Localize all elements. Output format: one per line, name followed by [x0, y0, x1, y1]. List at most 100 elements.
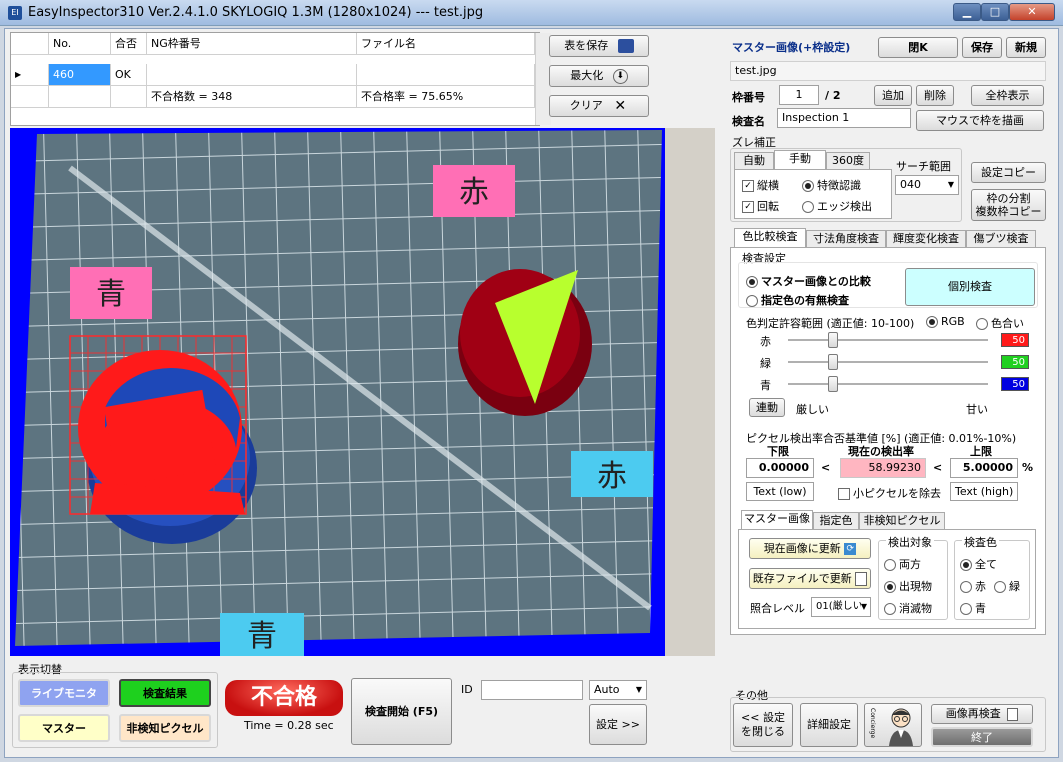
new-master-button[interactable]: 新規 [1006, 37, 1046, 58]
red-slider-thumb[interactable] [828, 332, 838, 348]
detection-target-title: 検出対象 [886, 534, 934, 550]
tab-360[interactable]: 360度 [826, 152, 870, 170]
table-cell-ng[interactable] [147, 64, 357, 86]
mode-select[interactable]: Auto ▼ [589, 680, 647, 700]
detail-settings-button[interactable]: 詳細設定 [800, 703, 858, 747]
master-compare-radio[interactable]: マスター画像との比較 [746, 273, 871, 289]
close-window-button[interactable]: ✕ [1009, 3, 1055, 21]
red-color-radio[interactable]: 赤 [960, 578, 986, 594]
all-colors-radio[interactable]: 全て [960, 556, 997, 572]
text-high-input[interactable]: Text (high) [950, 482, 1018, 501]
inspection-image-view[interactable]: 赤 青 赤 青 [10, 128, 715, 656]
match-level-value: 01(厳しい [816, 601, 863, 612]
settings-toggle-button[interactable]: 設定 >> [589, 704, 647, 745]
individual-inspection-button[interactable]: 個別検査 [905, 268, 1035, 306]
exit-button[interactable]: 終了 [931, 727, 1033, 747]
note-label: 赤 [597, 459, 627, 494]
live-monitor-button[interactable]: ライブモニタ [18, 679, 110, 707]
vertical-horizontal-checkbox[interactable]: ✓ 縦横 [742, 177, 779, 193]
chevron-down-icon: ▼ [860, 598, 867, 616]
table-cell-result[interactable]: OK [111, 64, 147, 86]
green-slider-thumb[interactable] [828, 354, 838, 370]
save-master-button[interactable]: 保存 [962, 37, 1002, 58]
table-cell-no[interactable]: 460 [49, 64, 111, 86]
blue-slider-thumb[interactable] [828, 376, 838, 392]
link-sliders-button[interactable]: 連動 [749, 398, 785, 417]
tab-master-image[interactable]: マスター画像 [741, 510, 813, 530]
start-inspection-button[interactable]: 検査開始 (F5) [351, 678, 452, 745]
lower-limit-input[interactable]: 0.00000 [746, 458, 814, 478]
remove-small-pixel-label: 小ピクセルを除去 [853, 487, 941, 500]
tab-auto[interactable]: 自動 [734, 152, 774, 170]
grid-header-no[interactable]: No. [49, 33, 111, 55]
id-input[interactable] [481, 680, 583, 700]
close-settings-button[interactable]: << 設定 を閉じる [733, 703, 793, 747]
minimize-button[interactable]: ▁ [953, 3, 981, 21]
rotation-checkbox[interactable]: ✓ 回転 [742, 198, 779, 214]
tab-manual[interactable]: 手動 [774, 150, 826, 170]
tab-brightness-inspection[interactable]: 輝度変化検査 [886, 230, 966, 248]
concierge-label: Concierge [869, 708, 876, 739]
mode-value: Auto [594, 683, 620, 696]
copy-settings-button[interactable]: 設定コピー [971, 162, 1046, 183]
draw-frame-button[interactable]: マウスで枠を描画 [916, 110, 1044, 131]
close-master-button[interactable]: 閉K [878, 37, 958, 58]
show-all-frames-button[interactable]: 全枠表示 [971, 85, 1044, 106]
id-label: ID [461, 683, 473, 696]
feature-recognition-radio[interactable]: 特徴認識 [802, 177, 861, 193]
tab-scratch-inspection[interactable]: 傷ブツ検査 [966, 230, 1036, 248]
blue-slider[interactable] [788, 376, 988, 392]
update-from-file-button[interactable]: 既存ファイルで更新 [749, 568, 871, 589]
add-frame-button[interactable]: 追加 [874, 85, 912, 106]
save-table-button[interactable]: 表を保存 [549, 35, 649, 57]
maximize-table-button[interactable]: 最大化 ⬇ [549, 65, 649, 87]
tab-dimension-inspection[interactable]: 寸法角度検査 [806, 230, 886, 248]
disappear-radio[interactable]: 消滅物 [884, 600, 932, 616]
split-frame-button[interactable]: 枠の分割 複数枠コピー [971, 189, 1046, 221]
delete-frame-button[interactable]: 削除 [916, 85, 954, 106]
green-color-radio[interactable]: 緑 [994, 578, 1020, 594]
match-level-select[interactable]: 01(厳しい ▼ [811, 597, 871, 617]
radio-icon [802, 180, 814, 192]
undetected-pixel-button[interactable]: 非検知ピクセル [119, 714, 211, 742]
grid-header-ng[interactable]: NG枠番号 [147, 33, 357, 55]
radio-icon [926, 316, 938, 328]
radio-icon [802, 201, 814, 213]
maximize-table-label: 最大化 [570, 69, 604, 82]
table-cell-no[interactable] [49, 86, 111, 108]
search-range-select[interactable]: 040 ▼ [895, 175, 959, 195]
maximize-button[interactable]: □ [981, 3, 1009, 21]
result-grid[interactable]: No. 合否 NG枠番号 ファイル名 ▶ 460 OK 不合格数 = 348 不… [10, 32, 551, 126]
tab-color-inspection[interactable]: 色比較検査 [734, 228, 806, 248]
appear-radio[interactable]: 出現物 [884, 578, 932, 594]
update-current-image-button[interactable]: 現在画像に更新 ⟳ [749, 538, 871, 559]
reinspect-button[interactable]: 画像再検査 [931, 704, 1033, 724]
upper-limit-input[interactable]: 5.00000 [950, 458, 1018, 478]
both-radio[interactable]: 両方 [884, 556, 921, 572]
table-cell-file[interactable] [357, 64, 535, 86]
clear-table-button[interactable]: クリア ✕ [549, 95, 649, 117]
inspection-image[interactable]: 赤 青 赤 青 [10, 128, 715, 656]
table-cell-result[interactable] [111, 86, 147, 108]
red-slider[interactable] [788, 332, 988, 348]
text-low-input[interactable]: Text (low) [746, 482, 814, 501]
tab-undetected-pixel[interactable]: 非検知ピクセル [859, 512, 945, 530]
hue-radio[interactable]: 色合い [976, 315, 1024, 331]
blue-color-radio[interactable]: 青 [960, 600, 986, 616]
fail-rate-cell[interactable]: 不合格率 = 75.65% [357, 86, 535, 108]
inspection-result-button[interactable]: 検査結果 [119, 679, 211, 707]
fail-count-cell[interactable]: 不合格数 = 348 [147, 86, 357, 108]
remove-small-pixel-checkbox[interactable]: 小ピクセルを除去 [838, 485, 941, 501]
concierge-button[interactable]: Concierge [864, 703, 922, 747]
edge-detection-radio[interactable]: エッジ検出 [802, 198, 872, 214]
rgb-radio[interactable]: RGB [926, 315, 965, 328]
color-presence-radio[interactable]: 指定色の有無検査 [746, 292, 849, 308]
master-view-button[interactable]: マスター [18, 714, 110, 742]
tab-specified-color[interactable]: 指定色 [813, 512, 859, 530]
green-slider[interactable] [788, 354, 988, 370]
frame-number-stepper[interactable]: 1 [779, 85, 819, 105]
red-label: 赤 [760, 335, 771, 348]
grid-header-file[interactable]: ファイル名 [357, 33, 535, 55]
inspection-name-input[interactable]: Inspection 1 [777, 108, 911, 128]
grid-header-result[interactable]: 合否 [111, 33, 147, 55]
